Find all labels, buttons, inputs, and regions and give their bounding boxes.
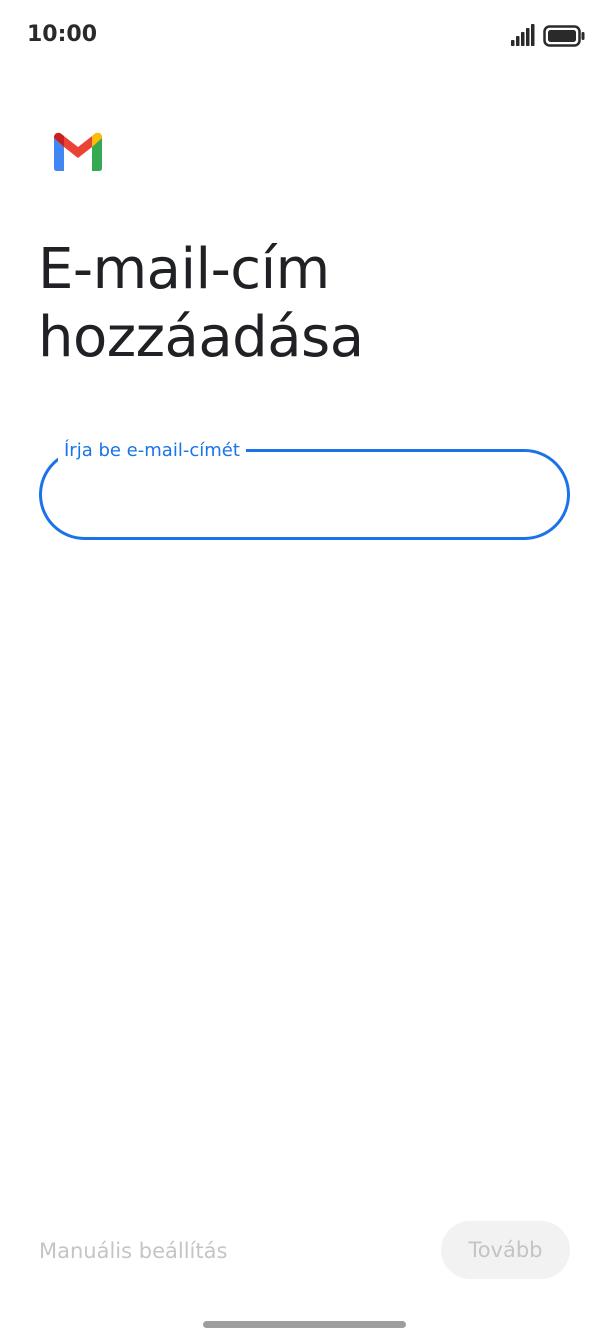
manual-setup-button[interactable]: Manuális beállítás — [39, 1236, 227, 1266]
status-time: 10:00 — [27, 22, 98, 47]
signal-icon — [511, 24, 535, 46]
gmail-logo-icon — [54, 132, 102, 171]
email-field-label: Írja be e-mail-címét — [58, 440, 246, 462]
battery-icon — [543, 25, 585, 47]
page-title: E-mail-cím hozzáadása — [38, 237, 364, 370]
email-input[interactable] — [66, 470, 550, 522]
home-indicator[interactable] — [203, 1321, 406, 1328]
status-bar: 10:00 — [0, 0, 609, 72]
next-button[interactable]: Tovább — [441, 1221, 570, 1279]
